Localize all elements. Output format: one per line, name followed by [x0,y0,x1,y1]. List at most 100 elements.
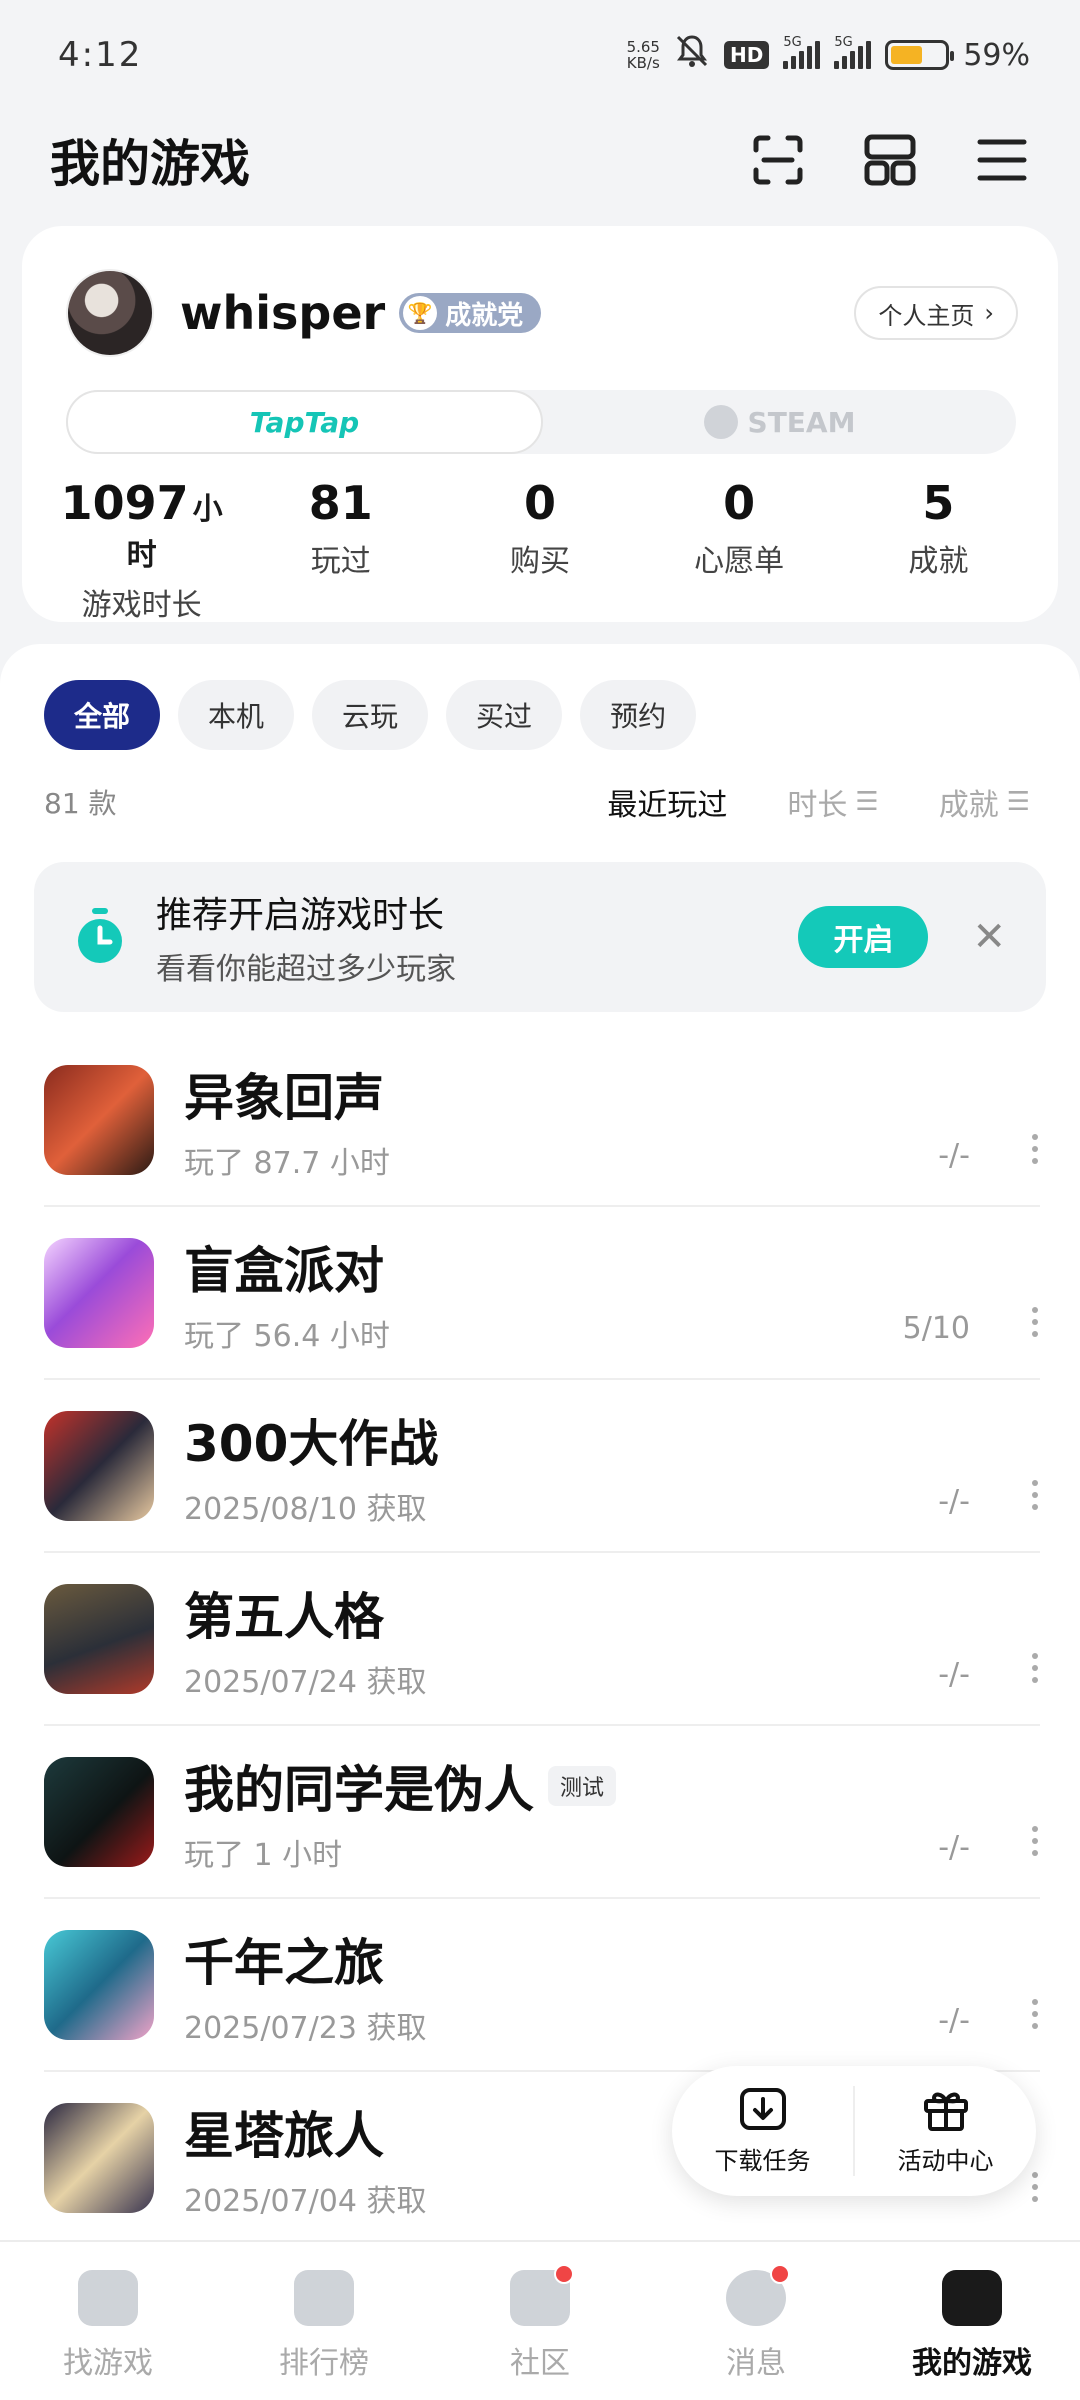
sort-label: 成就 [938,788,999,823]
stat-played[interactable]: 81 玩过 [251,476,431,624]
game-title: 盲盒派对 [184,1231,390,1303]
gamepad-icon [942,2270,1002,2326]
more-icon[interactable] [1030,1653,1040,1683]
floating-actions: 下载任务 活动中心 [672,2066,1036,2196]
filter-chips: 全部 本机 云玩 买过 预约 [44,680,697,750]
list-item[interactable]: 我的同学是伪人 测试 玩了 1 小时 -/- [44,1726,1040,1899]
mute-bell-icon [674,33,710,78]
chevron-right-icon: › [984,299,994,327]
playtime-banner: 推荐开启游戏时长 看看你能超过多少玩家 开启 ✕ [34,862,1046,1012]
game-icon [44,2102,154,2213]
tab-steam[interactable]: STEAM [543,390,1016,454]
nav-label: 我的游戏 [912,2346,1032,2381]
test-tag: 测试 [548,1765,617,1806]
stat-purchased[interactable]: 0 购买 [450,476,630,624]
filter-local[interactable]: 本机 [178,680,295,750]
event-center-button[interactable]: 活动中心 [855,2087,1036,2176]
stat-value: 1097 [60,476,189,530]
game-info: 星塔旅人 2025/07/04 获取 [184,2096,426,2220]
filter-reserved[interactable]: 预约 [580,680,697,750]
list-item[interactable]: 异象回声 玩了 87.7 小时 -/- [44,1034,1040,1207]
game-title-text: 我的同学是伪人 [184,1760,534,1819]
stopwatch-icon [74,908,126,966]
more-icon[interactable] [1030,1134,1040,1164]
nav-label: 社区 [510,2346,570,2381]
nav-label: 找游戏 [63,2346,153,2381]
game-subtitle: 玩了 1 小时 [184,1837,343,1873]
filter-all[interactable]: 全部 [44,680,161,750]
close-icon[interactable]: ✕ [972,914,1006,960]
stat-label: 成就 [908,544,969,579]
signal-icon-1: 5G [783,35,821,69]
enable-button[interactable]: 开启 [798,906,929,968]
list-item[interactable]: 300大作战 2025/08/10 获取 -/- [44,1380,1040,1553]
signal-icon-2: 5G [834,35,872,69]
username: whisper [180,286,386,340]
gift-icon [923,2092,968,2131]
list-item[interactable]: 第五人格 2025/07/24 获取 -/- [44,1553,1040,1726]
homepage-button[interactable]: 个人主页 › [854,286,1018,340]
steam-icon [703,405,738,439]
achievement-progress: 5/10 [902,1311,970,1346]
game-icon [44,1929,154,2040]
net-speed-value: 5.65 [626,38,660,56]
achievement-progress: -/- [938,1830,970,1865]
download-label: 下载任务 [714,2146,811,2175]
achiever-badge[interactable]: 🏆 成就党 [399,293,542,333]
download-tasks-button[interactable]: 下载任务 [672,2087,853,2176]
notification-dot [770,2264,790,2284]
battery-fill [891,46,922,64]
sort-recent[interactable]: 最近玩过 [607,780,727,824]
more-icon[interactable] [1030,2172,1040,2202]
game-list-panel: 全部 本机 云玩 买过 预约 81 款 最近玩过 时长 ☰ 成就 ☰ 推荐开启游戏时… [0,644,1080,2245]
steam-label: STEAM [747,405,856,439]
stat-value: 5 [922,476,955,530]
game-subtitle: 玩了 87.7 小时 [184,1145,390,1181]
sort-order-icon: ☰ [1006,787,1030,817]
nav-rankings[interactable]: 排行榜 [216,2242,432,2400]
sort-achievement[interactable]: 成就 ☰ [939,780,1030,824]
grid-layout-icon[interactable] [862,132,918,188]
nav-messages[interactable]: 消息 [648,2242,864,2400]
battery-icon [885,40,955,70]
status-icons: 5.65 KB/s HD 5G 5G 59% [627,33,1030,78]
nav-my-games[interactable]: 我的游戏 [864,2242,1080,2400]
menu-icon[interactable] [974,132,1030,188]
banner-subtitle: 看看你能超过多少玩家 [156,952,456,987]
download-icon [739,2087,786,2130]
game-info: 盲盒派对 玩了 56.4 小时 [184,1231,390,1355]
list-item[interactable]: 盲盒派对 玩了 56.4 小时 5/10 [44,1207,1040,1380]
filter-bought[interactable]: 买过 [446,680,563,750]
game-icon [44,1410,154,1521]
more-icon[interactable] [1030,1480,1040,1510]
tab-taptap[interactable]: TapTap [66,390,543,454]
list-item[interactable]: 千年之旅 2025/07/23 获取 -/- [44,1899,1040,2072]
achievement-progress: -/- [938,1657,970,1692]
nav-find-games[interactable]: 找游戏 [0,2242,216,2400]
game-info: 第五人格 2025/07/24 获取 [184,1577,426,1701]
nav-label: 排行榜 [279,2346,369,2381]
more-icon[interactable] [1030,1307,1040,1337]
game-subtitle: 2025/08/10 获取 [184,1491,427,1527]
game-icon [44,1583,154,1694]
stat-achievements[interactable]: 5 成就 [848,476,1028,624]
game-info: 千年之旅 2025/07/23 获取 [184,1923,426,2047]
stat-label: 玩过 [310,544,371,579]
stat-playtime[interactable]: 1097 小时 游戏时长 [52,476,232,624]
banner-text: 推荐开启游戏时长 看看你能超过多少玩家 [156,886,456,988]
filter-cloud[interactable]: 云玩 [312,680,429,750]
stat-wishlist[interactable]: 0 心愿单 [649,476,829,624]
ranking-icon [294,2270,354,2326]
more-icon[interactable] [1030,1826,1040,1856]
sort-playtime[interactable]: 时长 ☰ [787,780,878,824]
scan-icon[interactable] [750,132,806,188]
avatar[interactable] [66,269,154,357]
nav-community[interactable]: 社区 [432,2242,648,2400]
more-icon[interactable] [1030,1999,1040,2029]
game-info: 异象回声 玩了 87.7 小时 [184,1058,390,1182]
profile-card: whisper 🏆 成就党 个人主页 › TapTap STEAM 1097 小时… [22,226,1058,624]
nav-label: 消息 [726,2346,786,2381]
achievement-progress: -/- [938,1484,970,1519]
stat-value: 0 [523,476,556,530]
sort-options: 最近玩过 时长 ☰ 成就 ☰ [607,780,1030,824]
